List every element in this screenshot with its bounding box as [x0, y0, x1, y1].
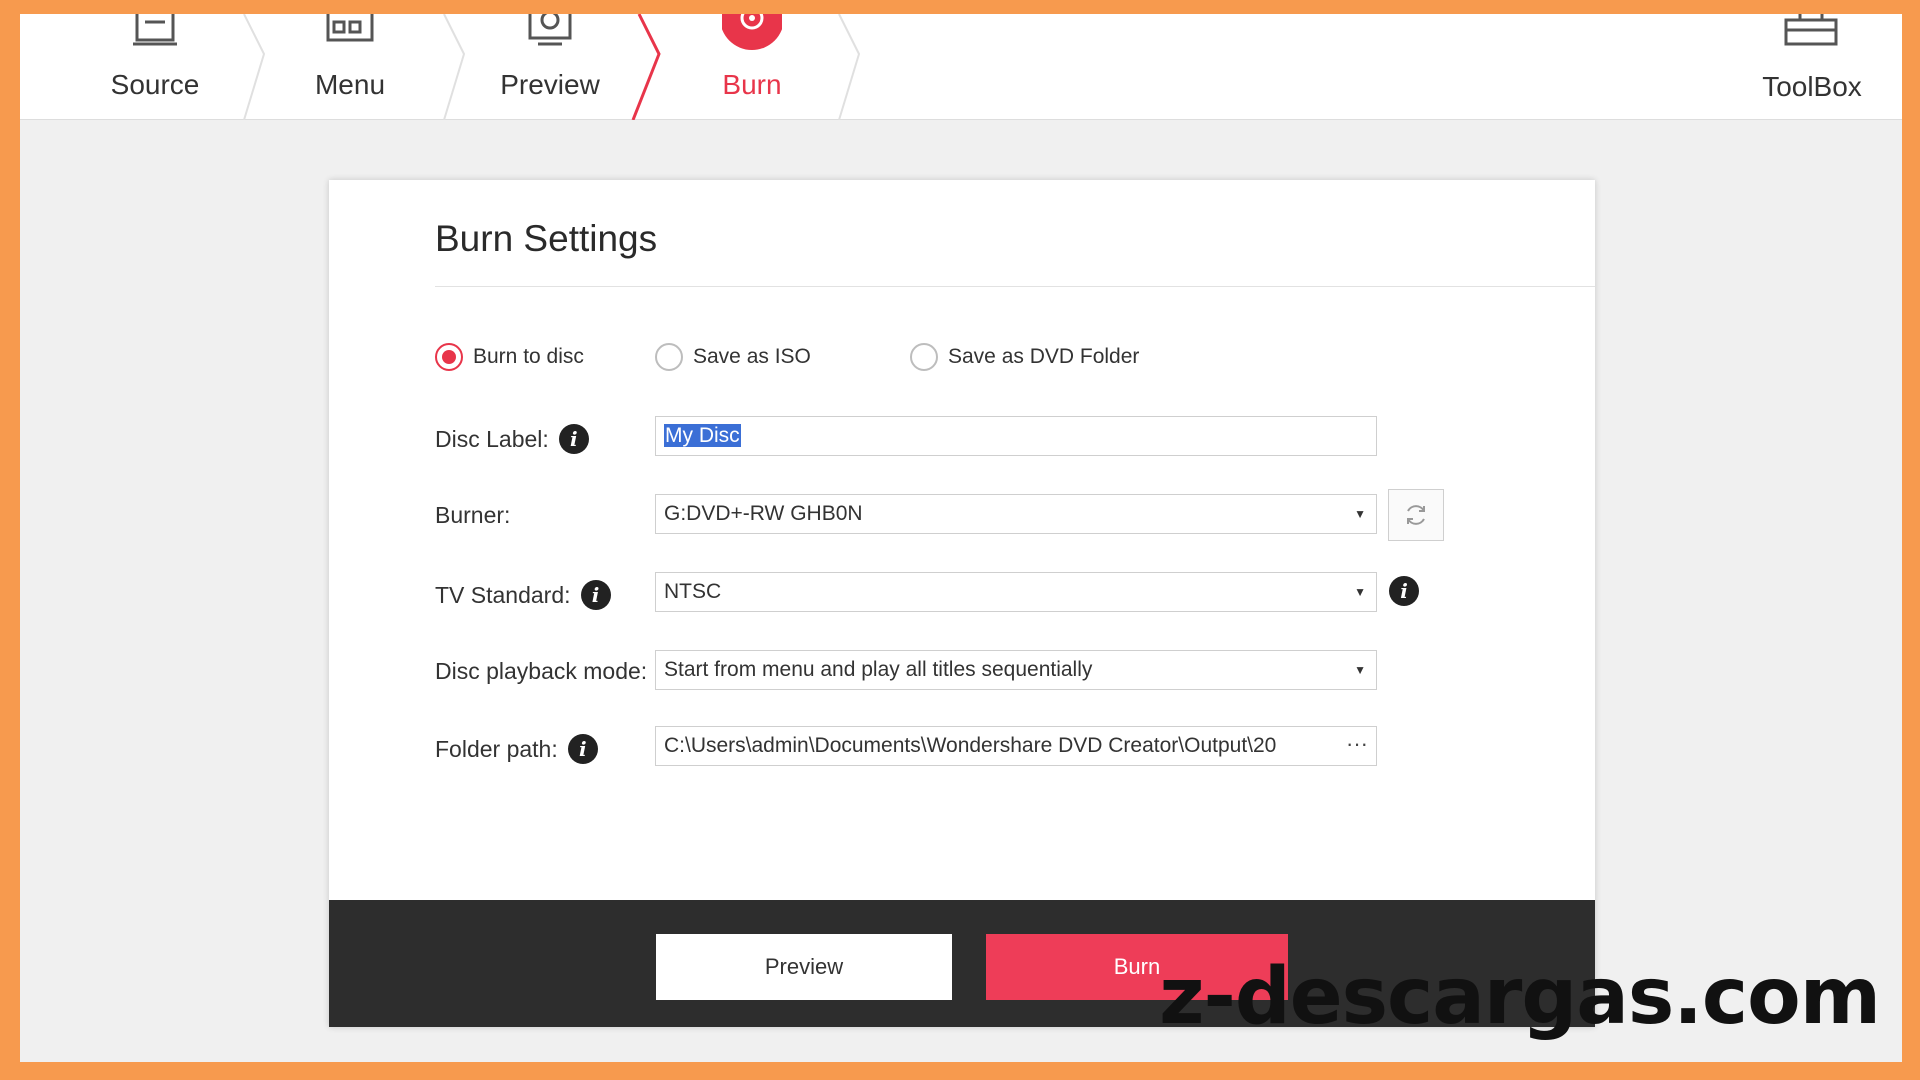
app-window: Source Menu Preview Burn ToolBox Burn Se… [20, 14, 1902, 1062]
wizard-steps: Source Menu Preview Burn [20, 14, 920, 120]
output-type-radio-group: Burn to disc Save as ISO Save as DVD Fol… [435, 342, 1535, 372]
burner-label-text: Burner: [435, 502, 511, 528]
radio-save-as-iso-label: Save as ISO [693, 345, 811, 368]
preview-icon [528, 14, 572, 46]
burner-label: Burner: [435, 502, 510, 529]
info-icon[interactable]: i [1389, 576, 1419, 606]
radio-burn-to-disc[interactable]: Burn to disc [435, 342, 584, 372]
toolbox-label: ToolBox [1762, 71, 1862, 102]
tv-standard-label-text: TV Standard: [435, 581, 571, 608]
folder-path-label-text: Folder path: [435, 735, 558, 762]
folder-path-row: Folder path: i C:\Users\admin\Documents\… [435, 726, 1535, 768]
step-preview-label: Preview [500, 69, 600, 100]
watermark-text: z-descargas.com [1159, 952, 1881, 1042]
playback-mode-label: Disc playback mode: [435, 658, 647, 685]
chevron-down-icon: ▼ [1354, 585, 1366, 599]
burner-value: G:DVD+-RW GHB0N [664, 502, 863, 525]
tv-standard-label: TV Standard: i [435, 580, 611, 610]
chevron-down-icon: ▼ [1354, 663, 1366, 677]
radio-save-as-dvd-folder-label: Save as DVD Folder [948, 345, 1140, 368]
burner-row: Burner: G:DVD+-RW GHB0N ▼ [435, 489, 1535, 541]
refresh-icon [1407, 505, 1425, 525]
step-bar: Source Menu Preview Burn ToolBox [20, 14, 1902, 120]
info-icon[interactable]: i [567, 734, 598, 764]
step-source[interactable]: Source [55, 14, 255, 120]
info-icon[interactable]: i [580, 580, 611, 610]
step-burn[interactable]: Burn [652, 14, 852, 120]
burn-settings-dialog: Burn Settings Burn to disc Save as ISO S… [329, 180, 1595, 1027]
toolbox-button[interactable]: ToolBox [1752, 14, 1872, 120]
step-source-label: Source [110, 69, 200, 100]
chevron-down-icon: ▼ [1354, 507, 1366, 521]
disc-label-input[interactable]: My Disc [655, 416, 1377, 456]
playback-mode-select[interactable]: Start from menu and play all titles sequ… [655, 650, 1377, 690]
menu-icon [326, 14, 374, 42]
burner-select[interactable]: G:DVD+-RW GHB0N ▼ [655, 494, 1377, 534]
step-preview[interactable]: Preview [450, 14, 650, 120]
radio-save-as-dvd-folder[interactable]: Save as DVD Folder [910, 342, 1139, 372]
playback-mode-value: Start from menu and play all titles sequ… [664, 658, 1093, 681]
browse-more-button[interactable]: ··· [1342, 727, 1368, 763]
disc-label-row: Disc Label: i My Disc [435, 416, 1535, 458]
tv-standard-row: TV Standard: i NTSC ▼ i [435, 572, 1535, 614]
disc-label-text: Disc Label: [435, 425, 549, 452]
step-menu[interactable]: Menu [250, 14, 450, 120]
info-icon[interactable]: i [558, 424, 589, 454]
title-divider [435, 286, 1595, 287]
step-burn-label: Burn [722, 69, 782, 100]
playback-mode-row: Disc playback mode: Start from menu and … [435, 650, 1535, 692]
radio-dot [910, 343, 938, 371]
burn-disc-icon [722, 14, 782, 50]
toolbox-icon [1784, 14, 1838, 46]
dialog-title: Burn Settings [435, 218, 658, 259]
tv-standard-value: NTSC [664, 580, 722, 603]
radio-dot [655, 343, 683, 371]
disc-label-label: Disc Label: i [435, 424, 589, 454]
folder-path-label: Folder path: i [435, 734, 598, 764]
source-icon [133, 14, 177, 46]
radio-dot-checked [435, 343, 463, 371]
folder-path-input[interactable]: C:\Users\admin\Documents\Wondershare DVD… [655, 726, 1377, 766]
tv-standard-select[interactable]: NTSC ▼ [655, 572, 1377, 612]
radio-burn-to-disc-label: Burn to disc [473, 345, 584, 368]
disc-label-value: My Disc [664, 424, 741, 447]
playback-mode-label-text: Disc playback mode: [435, 658, 648, 684]
step-menu-label: Menu [314, 69, 386, 100]
folder-path-value: C:\Users\admin\Documents\Wondershare DVD… [664, 734, 1277, 757]
preview-button[interactable]: Preview [656, 934, 952, 1000]
radio-save-as-iso[interactable]: Save as ISO [655, 342, 811, 372]
refresh-burner-button[interactable] [1388, 489, 1444, 541]
